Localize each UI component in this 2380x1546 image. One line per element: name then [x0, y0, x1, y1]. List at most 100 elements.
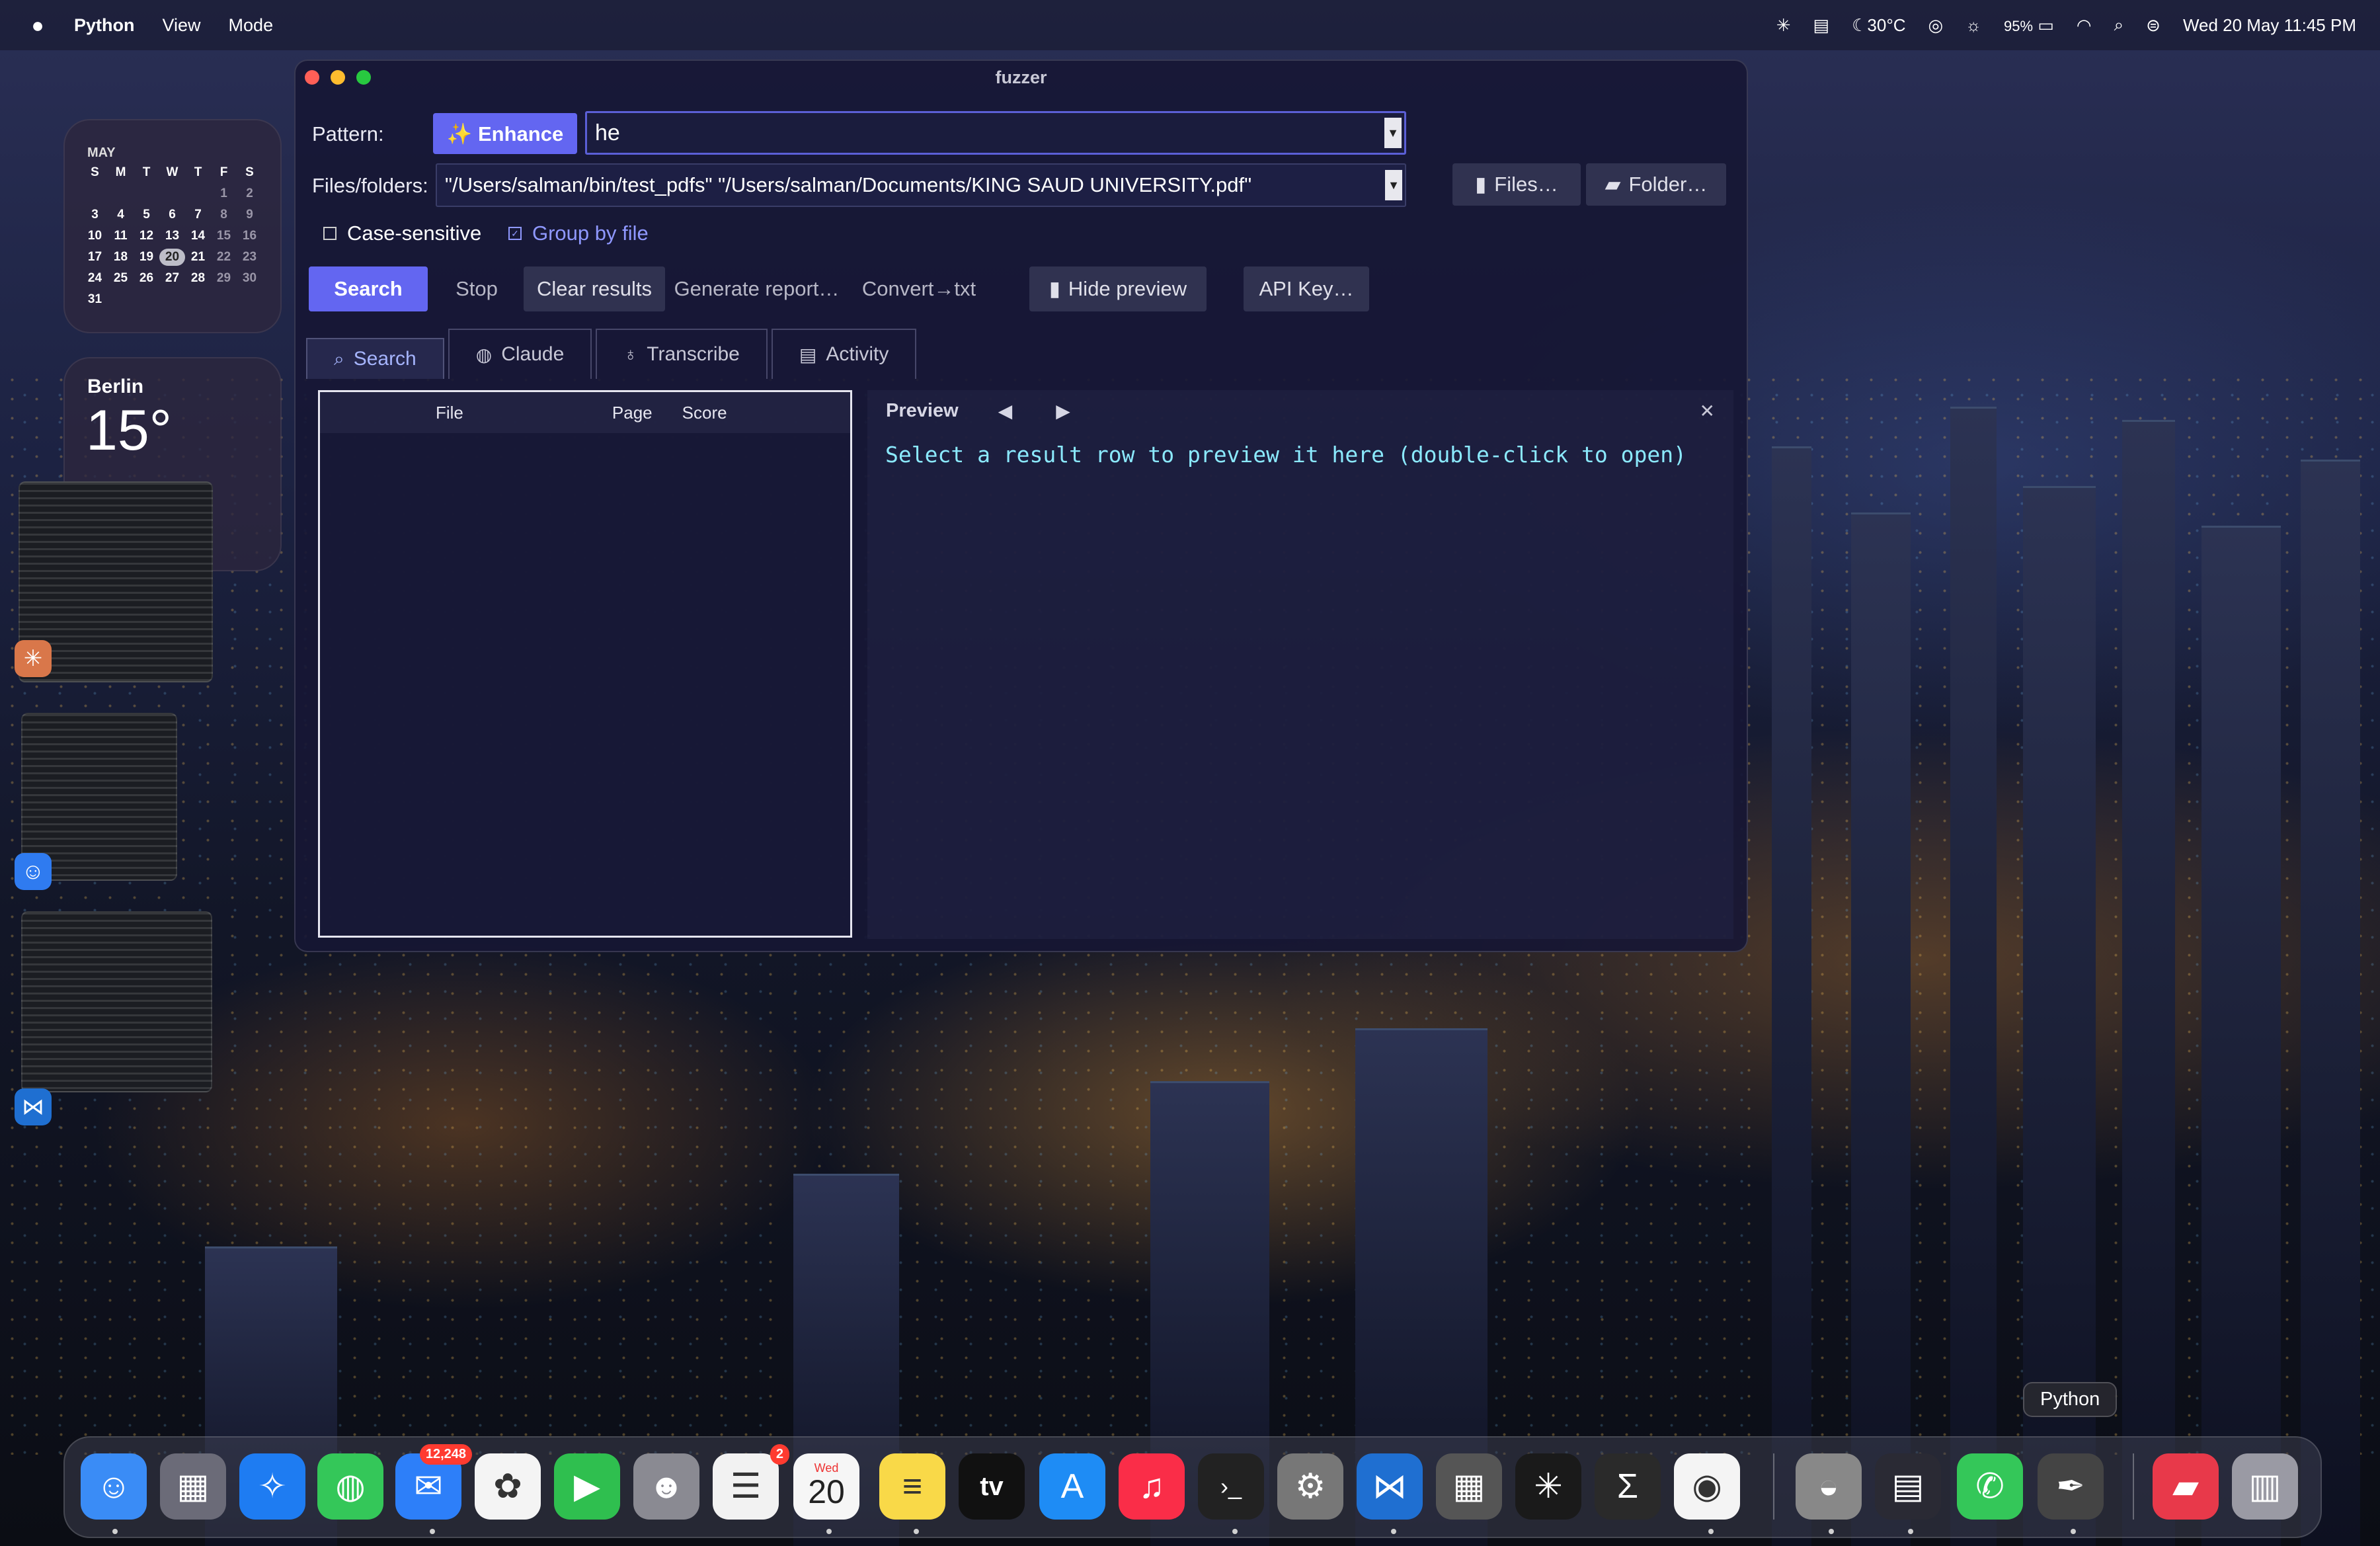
pattern-input[interactable]: he ▼ [585, 111, 1406, 155]
calendar-day: 12 [139, 229, 154, 243]
menu-clock[interactable]: Wed 20 May 11:45 PM [2183, 15, 2356, 36]
claude-icon: ✳ [15, 640, 52, 677]
airdrop-icon[interactable]: ◎ [1928, 15, 1944, 36]
calendar-weekday: M [115, 165, 126, 179]
finder-icon[interactable]: ☺ [81, 1453, 147, 1520]
next-arrow-icon[interactable]: ▶ [1056, 400, 1070, 422]
spotlight-icon[interactable]: ⌕ [2114, 15, 2124, 36]
hide-preview-button[interactable]: ▮ Hide preview [1029, 266, 1207, 311]
stop-button[interactable]: Stop [434, 266, 519, 311]
case-sensitive-checkbox[interactable]: Case-sensitive [323, 217, 481, 250]
claude-icon[interactable]: ✳ [1515, 1453, 1581, 1520]
microphone-icon: ♁ [623, 344, 638, 364]
calendar-day: 28 [190, 271, 206, 285]
pattern-row: Pattern: [312, 114, 384, 155]
contacts-icon[interactable]: ☻ [633, 1453, 699, 1520]
app-store-icon[interactable]: A [1039, 1453, 1105, 1520]
weather-city: Berlin [87, 376, 144, 397]
notes-icon[interactable]: ≡ [879, 1453, 945, 1520]
phone-icon[interactable]: ✆ [1957, 1453, 2023, 1520]
chrome-icon[interactable]: ◉ [1674, 1453, 1740, 1520]
python-launcher-icon[interactable]: ✒ [2038, 1453, 2104, 1520]
generate-report-button[interactable]: Generate report… [669, 266, 844, 311]
display-icon[interactable]: ☼ [1965, 15, 1981, 36]
menu-view[interactable]: View [163, 15, 201, 36]
column-page[interactable]: Page [612, 403, 653, 423]
menu-bar: ● Python View Mode ✳ ▤ ☾30°C ◎ ☼ 95% ▭ ◠… [0, 0, 2380, 50]
tab-claude[interactable]: ◍ Claude [448, 329, 592, 379]
launchpad-icon[interactable]: ▦ [160, 1453, 226, 1520]
pattern-value: he [595, 120, 620, 145]
calendar-weekday: T [142, 165, 151, 179]
group-by-file-box[interactable]: ✓ [508, 227, 522, 240]
claude-status-icon[interactable]: ✳ [1776, 15, 1791, 36]
facetime-icon[interactable]: ▶ [554, 1453, 620, 1520]
tab-search[interactable]: ⌕ Search [306, 338, 444, 379]
calendar-day: 23 [242, 250, 257, 264]
terminal-icon[interactable]: ›_ [1198, 1453, 1264, 1520]
system-settings-icon[interactable]: ⚙ [1277, 1453, 1343, 1520]
results-table[interactable]: File Page Score [318, 390, 852, 938]
group-by-file-label: Group by file [532, 222, 649, 245]
disk-utility-icon[interactable]: ◒ [1796, 1453, 1862, 1520]
calendar-widget[interactable]: MAY S M T W T F S 1 2 3 4 5 6 7 8 9 10 11 12 13 14 15 16 17 18 19… [63, 119, 282, 333]
safari-icon[interactable]: ✧ [239, 1453, 305, 1520]
tab-search-label: Search [353, 348, 416, 370]
calendar-icon[interactable]: Wed 20 [793, 1453, 859, 1520]
stage-manager-window-3[interactable] [21, 911, 212, 1092]
tab-activity[interactable]: ▤ Activity [771, 329, 917, 379]
files-input[interactable]: "/Users/salman/bin/test_pdfs" "/Users/sa… [436, 163, 1406, 207]
files-dropdown-icon[interactable]: ▼ [1385, 170, 1402, 200]
weather-status[interactable]: ☾30°C [1852, 15, 1905, 36]
close-preview-icon[interactable]: ✕ [1700, 400, 1715, 422]
messages-icon[interactable]: ◍ [317, 1453, 383, 1520]
column-score[interactable]: Score [682, 403, 727, 423]
music-icon[interactable]: ♫ [1119, 1453, 1185, 1520]
convert-txt-button[interactable]: Convert→txt [850, 266, 988, 311]
calendar-day: 4 [117, 208, 124, 222]
files-button[interactable]: ▮ Files… [1452, 163, 1581, 206]
tab-transcribe-label: Transcribe [647, 343, 740, 365]
calendar-day: 9 [246, 208, 253, 222]
mail-badge: 12,248 [419, 1444, 472, 1465]
running-indicator [112, 1529, 118, 1534]
photos-icon[interactable]: ✿ [475, 1453, 541, 1520]
battery-status[interactable]: 95% ▭ [2004, 15, 2054, 36]
mail-icon[interactable]: ✉ 12,248 [395, 1444, 472, 1520]
sigma-icon[interactable]: Σ [1595, 1453, 1661, 1520]
case-sensitive-box[interactable] [323, 227, 337, 240]
dock-separator [1773, 1453, 1774, 1520]
vscode-icon[interactable]: ⋈ [1357, 1453, 1423, 1520]
grid-app-icon[interactable]: ▤ [1875, 1453, 1941, 1520]
moon-icon: ☾ [1852, 15, 1868, 35]
calculator-icon[interactable]: ▦ [1436, 1453, 1502, 1520]
api-key-button[interactable]: API Key… [1244, 266, 1369, 311]
calendar-day: 10 [87, 229, 102, 243]
enhance-button[interactable]: ✨ Enhance [433, 113, 577, 154]
apple-tv-icon[interactable]: tv [959, 1453, 1025, 1520]
tab-transcribe[interactable]: ♁ Transcribe [596, 329, 768, 379]
trash-icon[interactable]: ▥ [2232, 1453, 2298, 1520]
search-button[interactable]: Search [309, 266, 428, 311]
calendar-day: 27 [165, 271, 180, 285]
files-button-label: Files… [1494, 173, 1558, 196]
group-by-file-checkbox[interactable]: ✓ Group by file [508, 217, 649, 250]
clear-results-button[interactable]: Clear results [524, 266, 665, 311]
column-file[interactable]: File [436, 403, 463, 423]
pattern-dropdown-icon[interactable]: ▼ [1384, 118, 1402, 148]
wifi-icon[interactable]: ◠ [2077, 15, 2092, 36]
folder-icon[interactable]: ▰ [2153, 1453, 2219, 1520]
control-center-icon[interactable]: ⊜ [2146, 15, 2161, 36]
running-indicator [1232, 1529, 1238, 1534]
calendar-day [159, 185, 185, 202]
calendar-day: 29 [216, 271, 231, 285]
menu-mode[interactable]: Mode [229, 15, 274, 36]
menu-app-name[interactable]: Python [74, 15, 135, 36]
apple-menu-icon[interactable]: ● [26, 13, 49, 38]
clipboard-status-icon[interactable]: ▤ [1813, 15, 1830, 36]
running-indicator [914, 1529, 919, 1534]
folder-button[interactable]: ▰ Folder… [1586, 163, 1726, 206]
reminders-icon[interactable]: ☰ 2 [713, 1444, 789, 1520]
preview-pane: Preview ◀ ▶ ✕ Select a result row to pre… [867, 390, 1733, 939]
previous-arrow-icon[interactable]: ◀ [998, 400, 1013, 422]
